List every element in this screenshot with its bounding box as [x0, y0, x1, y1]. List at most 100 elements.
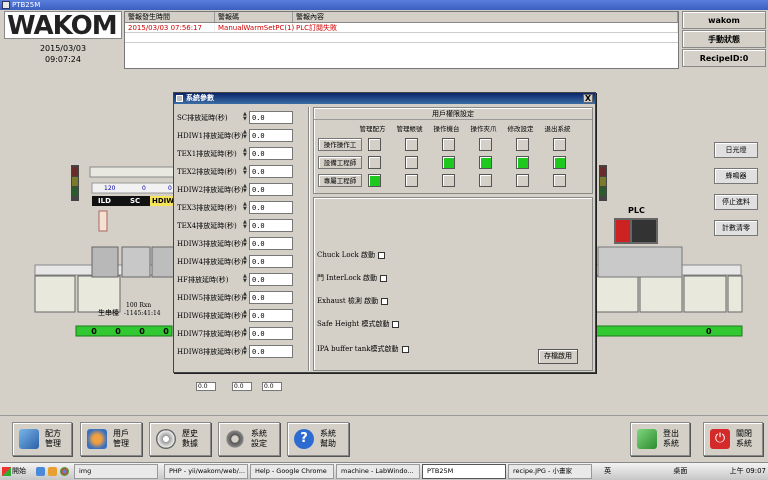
- checkbox[interactable]: [378, 251, 386, 259]
- permission-panel: 用戶權限設定 管理配方 管理帳號 操作機台 操作夾爪 修改設定 退出系統 操作操…: [313, 107, 593, 194]
- option-label: Safe Height 模式啟動: [317, 320, 390, 328]
- option-door-interlock[interactable]: 門 InterLock 啟動: [317, 273, 388, 283]
- buzzer-toggle-button[interactable]: 蜂鳴器: [714, 168, 758, 184]
- permission-checkbox[interactable]: [368, 174, 381, 187]
- param-input[interactable]: [249, 255, 293, 268]
- permission-checkbox[interactable]: [479, 156, 492, 169]
- folder-icon[interactable]: [48, 467, 57, 476]
- permission-checkbox[interactable]: [516, 174, 529, 187]
- chrome-icon[interactable]: [60, 467, 69, 476]
- checkbox[interactable]: [380, 274, 388, 282]
- spinner-icon[interactable]: ▲ ▼: [243, 274, 248, 285]
- stop-feed-button[interactable]: 停止進料: [714, 194, 758, 210]
- role-button[interactable]: 操作操作工: [318, 138, 362, 151]
- signal-tower-left: [71, 165, 79, 201]
- param-row: SC排放延時(秒) ▲ ▼: [177, 109, 307, 127]
- permission-checkbox[interactable]: [553, 138, 566, 151]
- permission-checkbox[interactable]: [553, 174, 566, 187]
- permission-checkbox[interactable]: [368, 156, 381, 169]
- permission-checkbox[interactable]: [442, 138, 455, 151]
- spinner-icon[interactable]: ▲ ▼: [243, 238, 248, 249]
- permission-checkbox[interactable]: [405, 156, 418, 169]
- recipe-manage-button[interactable]: 配方 管理: [12, 422, 72, 456]
- option-exhaust[interactable]: Exhaust 檢測 啟動: [317, 296, 389, 306]
- task-ptb25m[interactable]: PTB25M: [422, 464, 506, 479]
- param-input[interactable]: [249, 237, 293, 250]
- system-settings-button[interactable]: 系統 設定: [218, 422, 280, 456]
- spinner-icon[interactable]: ▲ ▼: [243, 202, 248, 213]
- param-input[interactable]: [249, 165, 293, 178]
- system-help-button[interactable]: ? 系統 幫助: [287, 422, 349, 456]
- param-input[interactable]: [249, 273, 293, 286]
- spinner-icon[interactable]: ▲ ▼: [243, 310, 248, 321]
- spinner-icon[interactable]: ▲ ▼: [243, 328, 248, 339]
- permission-checkbox[interactable]: [479, 138, 492, 151]
- logout-button[interactable]: 登出 系統: [630, 422, 690, 456]
- param-input[interactable]: [249, 291, 293, 304]
- param-input[interactable]: [249, 201, 293, 214]
- spinner-icon[interactable]: ▲ ▼: [243, 184, 248, 195]
- permission-checkbox[interactable]: [405, 138, 418, 151]
- recipe-icon: [19, 429, 39, 449]
- option-label: Chuck Lock 啟動: [317, 251, 376, 259]
- dialog-close-button[interactable]: X: [583, 94, 593, 103]
- dialog-titlebar[interactable]: 系統參數 X: [174, 93, 595, 104]
- param-input[interactable]: [249, 345, 293, 358]
- close-system-button[interactable]: ⏻ 關閉 系統: [703, 422, 763, 456]
- param-input[interactable]: [249, 147, 293, 160]
- side-control-buttons: 日光燈 蜂鳴器 停止進料 計數清零: [714, 142, 758, 246]
- checkbox[interactable]: [381, 297, 389, 305]
- task-chrome[interactable]: Help - Google Chrome: [250, 464, 334, 479]
- spinner-icon[interactable]: ▲ ▼: [243, 256, 248, 267]
- permission-checkbox[interactable]: [516, 138, 529, 151]
- permission-checkbox[interactable]: [368, 138, 381, 151]
- user-manage-button[interactable]: 用戶 管理: [80, 422, 142, 456]
- alarm-table[interactable]: 警報發生時間 警報碼 警報內容 2015/03/03 07:56:17 Manu…: [124, 11, 679, 69]
- param-input[interactable]: [249, 129, 293, 142]
- left-station-label: 生串檯: [98, 309, 119, 317]
- desktop-label[interactable]: 桌面: [673, 467, 687, 475]
- role-button[interactable]: 專屬工程師: [318, 174, 362, 187]
- ime-indicator[interactable]: 英: [604, 467, 611, 475]
- option-label: 門 InterLock 啟動: [317, 274, 378, 282]
- option-safe-height[interactable]: Safe Height 模式啟動: [317, 319, 400, 329]
- spinner-icon[interactable]: ▲ ▼: [243, 166, 248, 177]
- spinner-icon[interactable]: ▲ ▼: [243, 112, 248, 123]
- history-data-button[interactable]: 歷史 數據: [149, 422, 211, 456]
- param-input[interactable]: [249, 183, 293, 196]
- permission-checkbox[interactable]: [442, 156, 455, 169]
- checkbox[interactable]: [401, 345, 409, 353]
- permission-checkbox[interactable]: [442, 174, 455, 187]
- role-button[interactable]: 設備工程師: [318, 156, 362, 169]
- alarm-row[interactable]: 2015/03/03 07:56:17 ManualWarmSetPC(1) P…: [125, 23, 678, 33]
- option-chuck-lock[interactable]: Chuck Lock 啟動: [317, 250, 386, 260]
- param-input[interactable]: [249, 219, 293, 232]
- checkbox[interactable]: [392, 320, 400, 328]
- task-paint[interactable]: recipe.JPG - 小畫家: [508, 464, 592, 479]
- param-input[interactable]: [249, 327, 293, 340]
- spinner-icon[interactable]: ▲ ▼: [243, 292, 248, 303]
- permission-checkbox[interactable]: [479, 174, 492, 187]
- mode-status-button[interactable]: 手動狀態: [682, 30, 766, 48]
- perm-col: 管理配方: [359, 125, 386, 133]
- param-input[interactable]: [249, 111, 293, 124]
- spinner-icon[interactable]: ▲ ▼: [243, 148, 248, 159]
- permission-checkbox[interactable]: [516, 156, 529, 169]
- permission-checkbox[interactable]: [405, 174, 418, 187]
- task-php[interactable]: PHP - yii/wakom/web/...: [164, 464, 248, 479]
- param-input[interactable]: [249, 309, 293, 322]
- param-label: HF排放延時(秒): [177, 276, 229, 284]
- spinner-icon[interactable]: ▲ ▼: [243, 130, 248, 141]
- spinner-icon[interactable]: ▲ ▼: [243, 220, 248, 231]
- task-labwindows[interactable]: machine - LabWindo...: [336, 464, 420, 479]
- option-ipa-buffer[interactable]: IPA buffer tank模式啟動: [317, 344, 409, 354]
- permission-checkbox[interactable]: [553, 156, 566, 169]
- perm-col: 操作機台: [433, 125, 460, 133]
- reset-counter-button[interactable]: 計數清零: [714, 220, 758, 236]
- spinner-icon[interactable]: ▲ ▼: [243, 346, 248, 357]
- light-toggle-button[interactable]: 日光燈: [714, 142, 758, 158]
- save-enable-button[interactable]: 存檔啟用: [538, 349, 578, 364]
- ie-icon[interactable]: [36, 467, 45, 476]
- task-img[interactable]: img: [74, 464, 158, 479]
- start-button[interactable]: 開始: [0, 464, 30, 479]
